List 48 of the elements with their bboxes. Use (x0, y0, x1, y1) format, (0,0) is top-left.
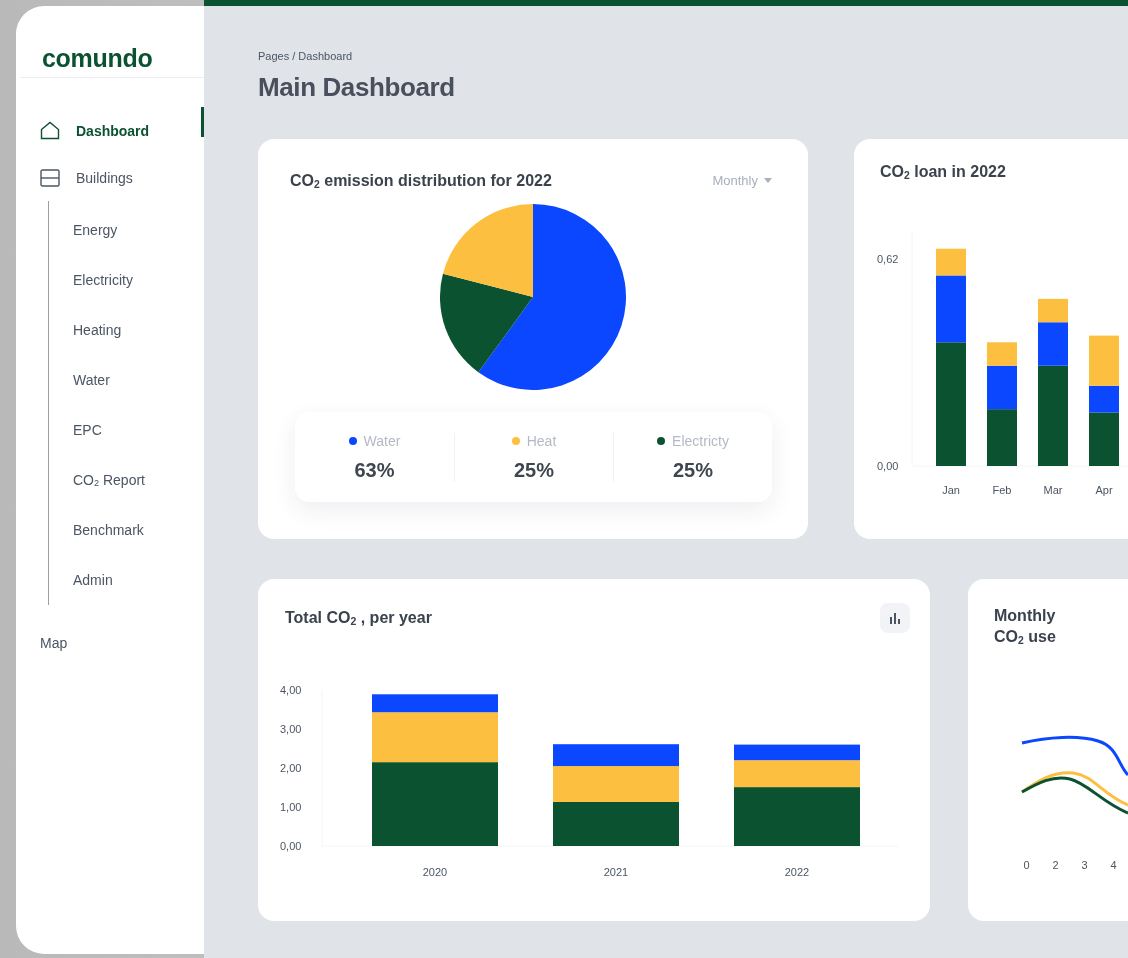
axis-label: 4 (1109, 859, 1118, 871)
page-title: Main Dashboard (258, 72, 456, 103)
axis-label: 0,62 (877, 252, 899, 265)
logo: comundo (41, 43, 154, 74)
caret-icon (764, 178, 772, 183)
breadcrumb: Pages / Dashboard (258, 50, 354, 62)
axis-label: 1,00 (280, 801, 302, 813)
legend-label: Heat (526, 432, 557, 449)
axis-label: Mar (1043, 484, 1063, 496)
axis-label: 2,00 (280, 762, 302, 774)
axis-label: 2021 (603, 866, 629, 878)
nav-item[interactable]: Buildings (16, 154, 204, 201)
card-title: Monthly CO$_{2}$ use (994, 606, 1057, 647)
nav-subitem[interactable]: Water (49, 355, 204, 405)
layout-icon (40, 168, 60, 187)
axis-label: 3 (1080, 859, 1089, 871)
axis-label: 2 (1051, 859, 1060, 871)
nav-subitem[interactable]: Electricity (49, 255, 204, 305)
nav-subitem[interactable]: Energy (49, 205, 204, 255)
card-title: Total CO$_{2}$ , per year (285, 609, 432, 627)
axis-label: 0,00 (280, 840, 302, 852)
nav-subitem[interactable]: Heating (49, 305, 204, 355)
axis-label: 3,00 (280, 723, 302, 735)
legend-label: Electricty (672, 432, 729, 449)
axis-label: 4,00 (280, 684, 302, 696)
axis-label: 0 (1022, 859, 1031, 871)
axis-label: Jan (942, 484, 960, 496)
nav-subitem[interactable]: Admin (49, 555, 204, 605)
bar-segment (987, 409, 1017, 466)
legend-label: Water (363, 432, 401, 449)
home-icon (40, 121, 60, 140)
nav-subitem[interactable]: Benchmark (49, 505, 204, 555)
axis-label: 0,00 (877, 460, 899, 472)
axis-label: 2022 (784, 866, 810, 878)
nav-item[interactable]: Dashboard (16, 107, 204, 154)
nav-subitem[interactable]: CO$_{2}$ Report (49, 455, 204, 505)
axis-label: 2020 (422, 866, 448, 878)
chart-toggle-button[interactable] (880, 603, 910, 633)
nav-item[interactable]: Map (16, 619, 204, 666)
axis-label: Apr (1095, 484, 1113, 496)
card-title: CO$_{2}$ emission distribution for 2022 (290, 171, 552, 190)
nav-subitem[interactable]: EPC (49, 405, 204, 455)
card-title: CO$_{2}$ loan in 2022 (880, 163, 1006, 181)
legend-value: 63% (354, 458, 395, 482)
legend-value: 25% (673, 458, 713, 482)
legend-value: 25% (514, 458, 554, 482)
bar-chart-icon (889, 612, 901, 624)
axis-label: Feb (992, 484, 1012, 496)
